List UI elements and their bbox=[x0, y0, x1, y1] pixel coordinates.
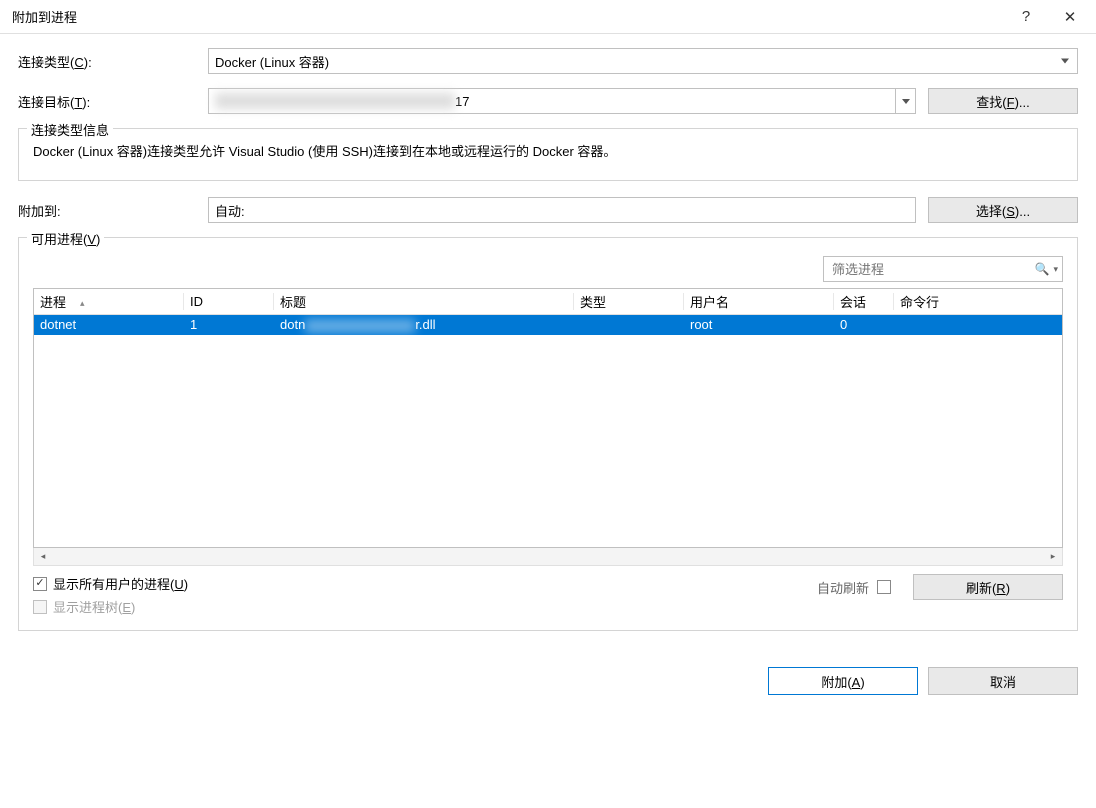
col-type[interactable]: 类型 bbox=[574, 289, 684, 315]
connection-target-value: 17 bbox=[455, 94, 469, 109]
cell-process: dotnet bbox=[34, 315, 184, 335]
col-process[interactable]: 进程▴ bbox=[34, 289, 184, 315]
scroll-right-icon[interactable]: ▸ bbox=[1044, 548, 1062, 565]
horizontal-scrollbar[interactable]: ◂ ▸ bbox=[33, 548, 1063, 566]
connection-type-info-legend: 连接类型信息 bbox=[27, 120, 113, 139]
col-user[interactable]: 用户名 bbox=[684, 289, 834, 315]
table-row[interactable]: dotnet 1 dotnr.dll root 0 bbox=[34, 315, 1062, 335]
cell-type bbox=[574, 315, 684, 335]
close-icon[interactable]: ✕ bbox=[1048, 2, 1092, 32]
find-button[interactable]: 查找(F)... bbox=[928, 88, 1078, 114]
attach-button[interactable]: 附加(A) bbox=[768, 667, 918, 695]
checkbox-icon bbox=[33, 600, 47, 614]
cell-id: 1 bbox=[184, 315, 274, 335]
available-processes-legend: 可用进程(V) bbox=[27, 229, 104, 248]
show-process-tree-checkbox: 显示进程树(E) bbox=[33, 597, 817, 616]
cell-user: root bbox=[684, 315, 834, 335]
col-session[interactable]: 会话 bbox=[834, 289, 894, 315]
connection-type-value: Docker (Linux 容器) bbox=[215, 52, 329, 71]
auto-refresh-checkbox[interactable] bbox=[877, 580, 891, 594]
window-title: 附加到进程 bbox=[12, 7, 1004, 26]
attach-to-label: 附加到: bbox=[18, 201, 208, 220]
filter-dropdown-icon[interactable]: ▾ bbox=[1051, 264, 1058, 275]
connection-type-info-text: Docker (Linux 容器)连接类型允许 Visual Studio (使… bbox=[33, 141, 1063, 160]
connection-target-combo[interactable]: 17 bbox=[208, 88, 916, 114]
filter-processes-input[interactable]: 🔍 ▾ bbox=[823, 256, 1063, 282]
attach-to-value: 自动: bbox=[215, 201, 245, 220]
col-cmdline[interactable]: 命令行 bbox=[894, 289, 1062, 315]
filter-input-field[interactable] bbox=[830, 261, 1033, 278]
chevron-down-icon[interactable] bbox=[895, 89, 915, 113]
cancel-button[interactable]: 取消 bbox=[928, 667, 1078, 695]
process-table[interactable]: 进程▴ ID 标题 类型 用户名 会话 命令行 dotnet 1 dotn bbox=[33, 288, 1063, 548]
help-icon[interactable]: ? bbox=[1004, 2, 1048, 32]
connection-type-label: 连接类型(C): bbox=[18, 52, 208, 71]
select-button[interactable]: 选择(S)... bbox=[928, 197, 1078, 223]
cell-cmdline bbox=[894, 315, 1062, 335]
show-all-users-checkbox[interactable]: 显示所有用户的进程(U) bbox=[33, 574, 817, 593]
cell-title: dotnr.dll bbox=[274, 315, 574, 335]
connection-target-label: 连接目标(T): bbox=[18, 92, 208, 111]
connection-target-hidden bbox=[215, 93, 455, 109]
col-title[interactable]: 标题 bbox=[274, 289, 574, 315]
scroll-track[interactable] bbox=[52, 548, 1044, 565]
cell-session: 0 bbox=[834, 315, 894, 335]
col-id[interactable]: ID bbox=[184, 289, 274, 315]
connection-type-select[interactable]: Docker (Linux 容器) bbox=[208, 48, 1078, 74]
checkbox-icon[interactable] bbox=[33, 577, 47, 591]
scroll-left-icon[interactable]: ◂ bbox=[34, 548, 52, 565]
auto-refresh-label: 自动刷新 bbox=[817, 578, 869, 597]
attach-to-field: 自动: bbox=[208, 197, 916, 223]
search-icon[interactable]: 🔍 bbox=[1033, 262, 1052, 276]
refresh-button[interactable]: 刷新(R) bbox=[913, 574, 1063, 600]
